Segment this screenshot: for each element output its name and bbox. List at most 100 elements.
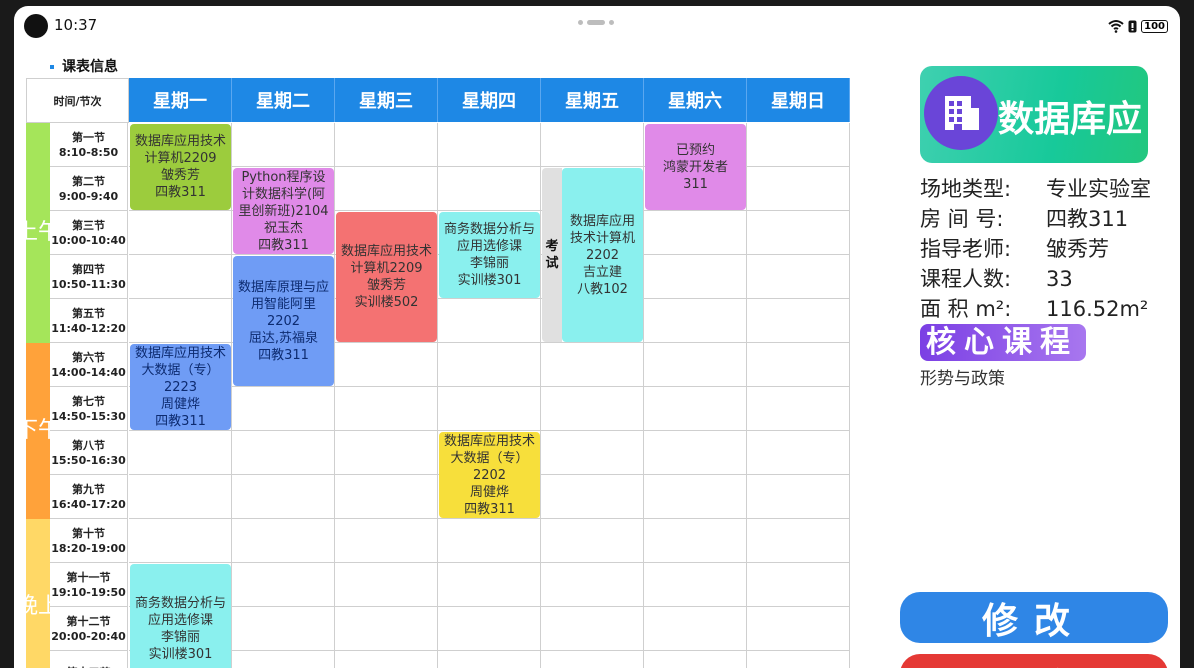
window-handle[interactable] [578,19,618,27]
timetable-cell[interactable] [438,387,541,431]
course-block[interactable]: 商务数据分析与 应用选修课 李锦丽 实训楼301 [130,564,231,668]
timetable-cell[interactable] [747,563,850,607]
timetable-cell[interactable] [747,211,850,255]
slot-time: 8:10-8:50 [58,145,119,159]
course-line: 屈达,苏福泉 [248,330,319,346]
timetable-cell[interactable] [438,607,541,651]
timetable-cell[interactable] [129,299,232,343]
course-block[interactable]: Python程序设 计数据科学(阿 里创新班)2104 祝玉杰 四教311 [233,168,334,254]
timetable-cell[interactable] [541,387,644,431]
timetable-cell[interactable] [129,211,232,255]
timetable-cell[interactable] [644,607,747,651]
course-line: 商务数据分析与 [443,222,535,237]
timetable-cell[interactable] [541,123,644,167]
timetable-cell[interactable] [335,387,438,431]
timetable-cell[interactable] [644,651,747,668]
timetable-cell[interactable] [438,123,541,167]
timetable-cell[interactable] [438,167,541,211]
course-line: 吉立建 [582,264,622,280]
timetable-cell[interactable] [747,607,850,651]
timetable-cell[interactable] [335,651,438,668]
course-block[interactable]: 数据库应用技术 计算机2209 皱秀芳 实训楼502 [336,212,437,342]
timetable-cell[interactable] [747,255,850,299]
timetable-cell[interactable] [644,387,747,431]
course-block[interactable]: 数据库原理与应 用智能阿里 2202 屈达,苏福泉 四教311 [233,256,334,386]
timetable-cell[interactable] [644,211,747,255]
timetable-cell[interactable] [232,475,335,519]
timetable-cell[interactable] [438,519,541,563]
slot-name: 第二节 [72,174,105,188]
timetable-cell[interactable] [541,607,644,651]
timetable-cell[interactable] [644,519,747,563]
timetable-cell[interactable] [438,651,541,668]
course-block[interactable]: 数据库应用技术 计算机2209 皱秀芳 四教311 [130,124,231,210]
course-block[interactable]: 数据库应用技术 大数据（专） 2223 周健烨 四教311 [130,344,231,430]
timetable-cell[interactable] [232,563,335,607]
delete-button[interactable]: 删除 [900,654,1168,668]
timetable-cell[interactable] [747,123,850,167]
timetable-cell[interactable] [438,299,541,343]
timetable-cell[interactable] [232,123,335,167]
room-info-row: 指导老师: 皱秀芳 [920,233,1109,263]
timetable-cell[interactable] [232,387,335,431]
timetable-cell[interactable] [335,123,438,167]
timetable-cell[interactable] [438,563,541,607]
timetable-cell[interactable] [335,475,438,519]
timetable-cell[interactable] [747,431,850,475]
timetable-cell[interactable] [747,651,850,668]
timetable-cell[interactable] [644,299,747,343]
course-line: 实训楼301 [457,273,522,288]
timetable-cell[interactable] [644,431,747,475]
timetable-cell[interactable] [129,255,232,299]
timetable-cell[interactable] [747,299,850,343]
timetable-cell[interactable] [644,475,747,519]
timetable-cell[interactable] [541,563,644,607]
timetable-cell[interactable] [747,387,850,431]
timetable-cell[interactable] [541,475,644,519]
timetable-cell[interactable] [541,651,644,668]
timetable-cell[interactable] [129,519,232,563]
timetable-cell[interactable] [644,255,747,299]
room-card[interactable]: 数据库应 [920,66,1148,163]
course-block[interactable]: 已预约 鸿蒙开发者 311 [645,124,746,210]
timetable-cell[interactable] [747,167,850,211]
course-line: 八教102 [577,281,628,297]
timetable-cell[interactable] [335,563,438,607]
course-line: 皱秀芳 [366,278,406,293]
timetable-cell[interactable] [335,431,438,475]
timetable-cell[interactable] [541,519,644,563]
timetable-cell[interactable] [232,519,335,563]
timetable-cell[interactable] [335,519,438,563]
course-line: 数据库应用 [569,213,635,229]
timetable-cell[interactable] [438,343,541,387]
slot-time: 10:00-10:40 [51,233,126,247]
timetable-cell[interactable] [232,431,335,475]
timetable-cell[interactable] [747,475,850,519]
timetable-cell[interactable] [747,343,850,387]
timetable-cell[interactable] [129,475,232,519]
timetable-cell[interactable] [335,167,438,211]
building-icon [924,76,998,150]
core-course-item[interactable]: 形势与政策 [920,364,1005,389]
exam-tag[interactable]: 考试 [542,168,562,342]
timetable-cell[interactable] [644,563,747,607]
timetable-cell[interactable] [747,519,850,563]
course-block[interactable]: 商务数据分析与 应用选修课 李锦丽 实训楼301 [439,212,540,298]
course-block[interactable]: 数据库应用技术 大数据（专） 2202 周健烨 四教311 [439,432,540,518]
timetable-cell[interactable] [335,343,438,387]
slot-name: 第十一节 [66,570,111,584]
day-header: 星期四 [438,78,541,122]
course-block[interactable]: 数据库应用 技术计算机 2202 吉立建 八教102 [562,168,643,342]
timetable: 时间/节次 星期一 星期二 星期三 星期四 星期五 星期六 星期日上午下午晚上第一节 8:10… [16,78,853,668]
edit-button[interactable]: 修改 [900,592,1168,643]
timetable-cell[interactable] [232,651,335,668]
timetable-cell[interactable] [232,607,335,651]
timetable-cell[interactable] [335,607,438,651]
course-line: 2202 [266,313,301,329]
timetable-cell[interactable] [129,431,232,475]
course-line: 四教311 [258,347,309,363]
timetable-cell[interactable] [644,343,747,387]
timetable-cell[interactable] [541,343,644,387]
timetable-cell[interactable] [541,431,644,475]
course-line: 四教311 [155,185,206,200]
